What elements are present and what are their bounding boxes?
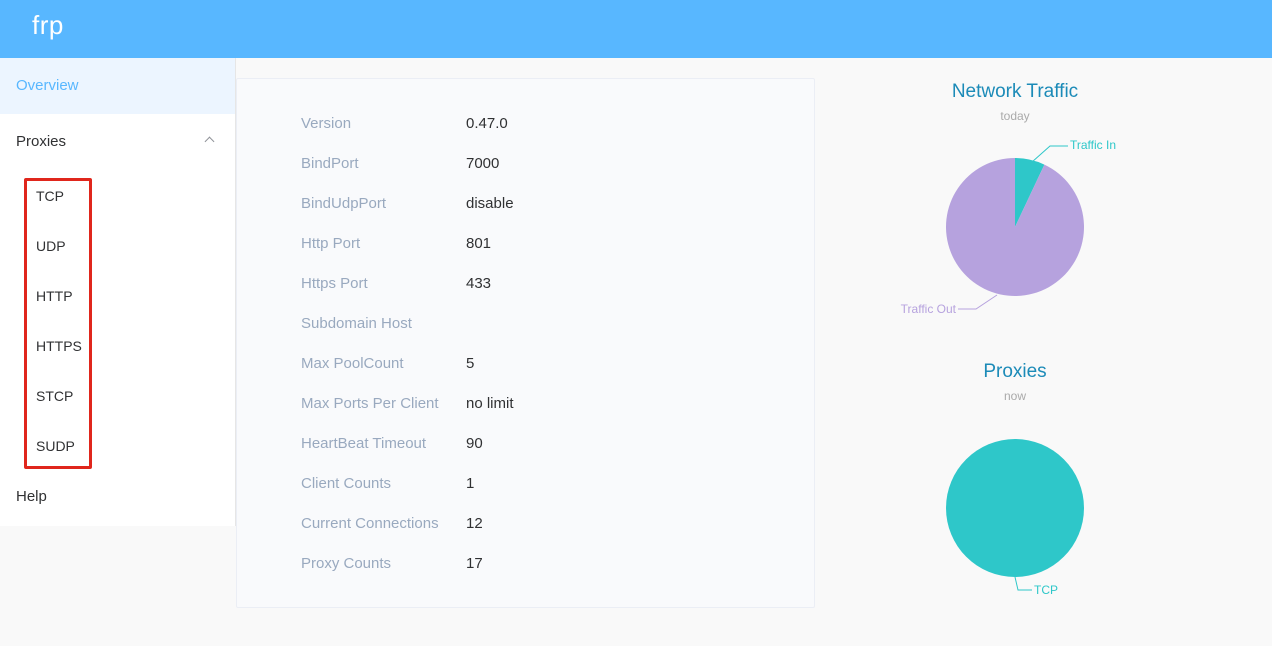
tcp-label[interactable]: TCP	[1034, 583, 1058, 597]
info-label: Version	[301, 115, 352, 132]
info-value: 801	[466, 235, 492, 252]
pie-slice-tcp[interactable]	[946, 439, 1084, 577]
info-label: BindUdpPort	[301, 195, 387, 212]
info-value: 5	[466, 355, 475, 372]
tcp-leader-line	[1014, 576, 1032, 591]
charts-panel: Network Traffic today Traffic In Traffic…	[901, 81, 1116, 597]
sidebar-menu: Overview Proxies TCP UDP HTTP HTTPS STCP…	[0, 58, 236, 526]
sidebar-item-proxies-label: Proxies	[16, 133, 67, 150]
sidebar-item-proxies[interactable]: Proxies	[0, 114, 235, 170]
traffic-chart-title: Network Traffic	[952, 81, 1078, 102]
top-header: frp	[0, 0, 1272, 58]
network-traffic-chart: Network Traffic today Traffic In Traffic…	[901, 81, 1116, 316]
traffic-in-leader-line	[1031, 145, 1068, 163]
proxies-chart: Proxies now TCP	[946, 361, 1084, 597]
info-label: Proxy Counts	[301, 555, 392, 572]
info-label: Max Ports Per Client	[301, 395, 439, 412]
traffic-pie	[946, 158, 1084, 296]
chevron-up-icon	[204, 136, 215, 147]
info-label: Current Connections	[301, 515, 439, 532]
proxies-chart-title: Proxies	[983, 361, 1046, 382]
info-label: Max PoolCount	[301, 355, 404, 372]
info-value: 12	[466, 515, 483, 532]
sidebar-item-sudp[interactable]: SUDP	[36, 436, 226, 486]
info-value: 1	[466, 475, 475, 492]
proxies-pie	[946, 439, 1084, 577]
traffic-in-label[interactable]: Traffic In	[1070, 138, 1116, 152]
sidebar-item-help[interactable]: Help	[0, 484, 235, 510]
info-value: 0.47.0	[466, 115, 508, 132]
info-label: Http Port	[301, 235, 361, 252]
info-label: Https Port	[301, 275, 368, 292]
info-value: disable	[466, 195, 514, 212]
sidebar-item-http[interactable]: HTTP	[36, 286, 226, 336]
info-value: 7000	[466, 155, 500, 172]
info-label: HeartBeat Timeout	[301, 435, 427, 452]
traffic-chart-subtitle: today	[1000, 109, 1029, 123]
server-info-card: Version 0.47.0 BindPort 7000 BindUdpPort…	[236, 78, 815, 608]
sidebar-item-tcp[interactable]: TCP	[36, 186, 226, 236]
proxies-chart-subtitle: now	[1004, 389, 1026, 403]
info-value: no limit	[466, 395, 514, 412]
traffic-out-label[interactable]: Traffic Out	[901, 302, 957, 316]
info-label: Client Counts	[301, 475, 392, 492]
sidebar-item-stcp[interactable]: STCP	[36, 386, 226, 436]
pie-slice-traffic-out[interactable]	[946, 158, 1084, 296]
traffic-out-leader-line	[958, 294, 998, 310]
info-value: 433	[466, 275, 492, 292]
sidebar-item-https[interactable]: HTTPS	[36, 336, 226, 386]
info-label: Subdomain Host	[301, 315, 412, 332]
info-value: 90	[466, 435, 483, 452]
info-label: BindPort	[301, 155, 359, 172]
sidebar-item-udp[interactable]: UDP	[36, 236, 226, 286]
sidebar-item-overview[interactable]: Overview	[0, 58, 235, 114]
brand-logo-text: frp	[32, 10, 64, 40]
info-value: 17	[466, 555, 483, 572]
